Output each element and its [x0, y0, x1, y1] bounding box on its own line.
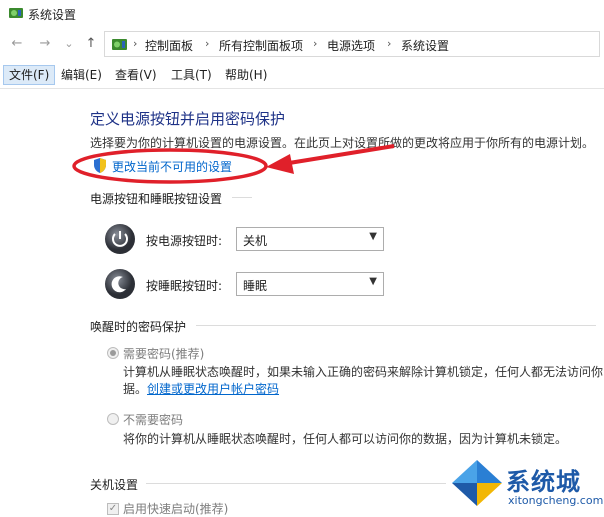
- fast-startup-label: 启用快速启动(推荐): [123, 502, 229, 516]
- page-heading: 定义电源按钮并启用密码保护: [90, 110, 286, 128]
- description-text: 据。: [123, 382, 148, 396]
- menu-view[interactable]: 查看(V): [110, 66, 162, 84]
- breadcrumb-separator[interactable]: ›: [313, 37, 317, 50]
- red-annotation: [72, 144, 395, 184]
- power-button-action-select[interactable]: 关机 ▼: [236, 227, 384, 251]
- breadcrumb-item-power-options[interactable]: 电源选项: [327, 37, 375, 54]
- section-divider: [232, 197, 252, 198]
- breadcrumb-separator[interactable]: ›: [205, 37, 209, 50]
- address-bar[interactable]: › 控制面板 › 所有控制面板项 › 电源选项 › 系统设置: [104, 31, 600, 57]
- breadcrumb-item-system-settings[interactable]: 系统设置: [401, 37, 449, 54]
- no-password-label: 不需要密码: [123, 413, 184, 427]
- require-password-description-end: 据。创建或更改用户帐户密码: [123, 380, 279, 397]
- wake-password-section-title: 唤醒时的密码保护: [90, 320, 187, 334]
- title-bar: 系统设置: [0, 0, 604, 28]
- section-divider: [146, 483, 446, 484]
- power-button-label: 按电源按钮时:: [146, 234, 223, 248]
- breadcrumb-item-all-items[interactable]: 所有控制面板项: [219, 37, 303, 54]
- breadcrumb-item-control-panel[interactable]: 控制面板: [145, 37, 193, 54]
- control-panel-icon: [112, 39, 127, 50]
- menu-tools[interactable]: 工具(T): [166, 66, 217, 84]
- sleep-button-icon: [105, 269, 135, 299]
- shutdown-section-title: 关机设置: [90, 478, 139, 492]
- fast-startup-checkbox[interactable]: ✓: [107, 503, 119, 515]
- sleep-button-label: 按睡眠按钮时:: [146, 279, 223, 293]
- breadcrumb-separator[interactable]: ›: [387, 37, 391, 50]
- watermark-url: xitongcheng.com: [508, 494, 604, 507]
- sleep-button-action-value: 睡眠: [243, 279, 268, 293]
- require-password-radio[interactable]: [107, 347, 119, 359]
- require-password-label: 需要密码(推荐): [123, 347, 205, 361]
- no-password-description: 将你的计算机从睡眠状态唤醒时，任何人都可以访问你的数据，因为计算机未锁定。: [123, 432, 568, 446]
- window-title: 系统设置: [28, 8, 77, 22]
- no-password-radio[interactable]: [107, 413, 119, 425]
- power-buttons-section-title: 电源按钮和睡眠按钮设置: [90, 192, 223, 206]
- control-panel-icon: [9, 8, 23, 18]
- watermark-brand: 系统城: [506, 468, 581, 496]
- menu-bar: 文件(F) 编辑(E) 查看(V) 工具(T) 帮助(H): [0, 62, 604, 89]
- create-password-link[interactable]: 创建或更改用户帐户密码: [147, 382, 279, 396]
- recent-locations-chevron-icon[interactable]: ⌄: [62, 36, 76, 52]
- xitongcheng-logo-icon: [452, 460, 502, 506]
- forward-arrow-icon[interactable]: →: [38, 36, 52, 52]
- chevron-down-icon: ▼: [369, 231, 377, 242]
- chevron-down-icon: ▼: [369, 276, 377, 287]
- section-divider: [196, 325, 596, 326]
- power-button-action-value: 关机: [243, 234, 268, 248]
- breadcrumb-separator: ›: [133, 37, 138, 50]
- menu-edit[interactable]: 编辑(E): [56, 66, 107, 84]
- menu-file[interactable]: 文件(F): [3, 65, 56, 85]
- power-button-icon: [105, 224, 135, 254]
- back-arrow-icon[interactable]: ←: [10, 36, 24, 52]
- up-arrow-icon[interactable]: ↑: [84, 36, 98, 52]
- require-password-description: 计算机从睡眠状态唤醒时，如果未输入正确的密码来解除计算机锁定，任何人都无法访问你: [123, 365, 604, 379]
- menu-help[interactable]: 帮助(H): [220, 66, 272, 84]
- sleep-button-action-select[interactable]: 睡眠 ▼: [236, 272, 384, 296]
